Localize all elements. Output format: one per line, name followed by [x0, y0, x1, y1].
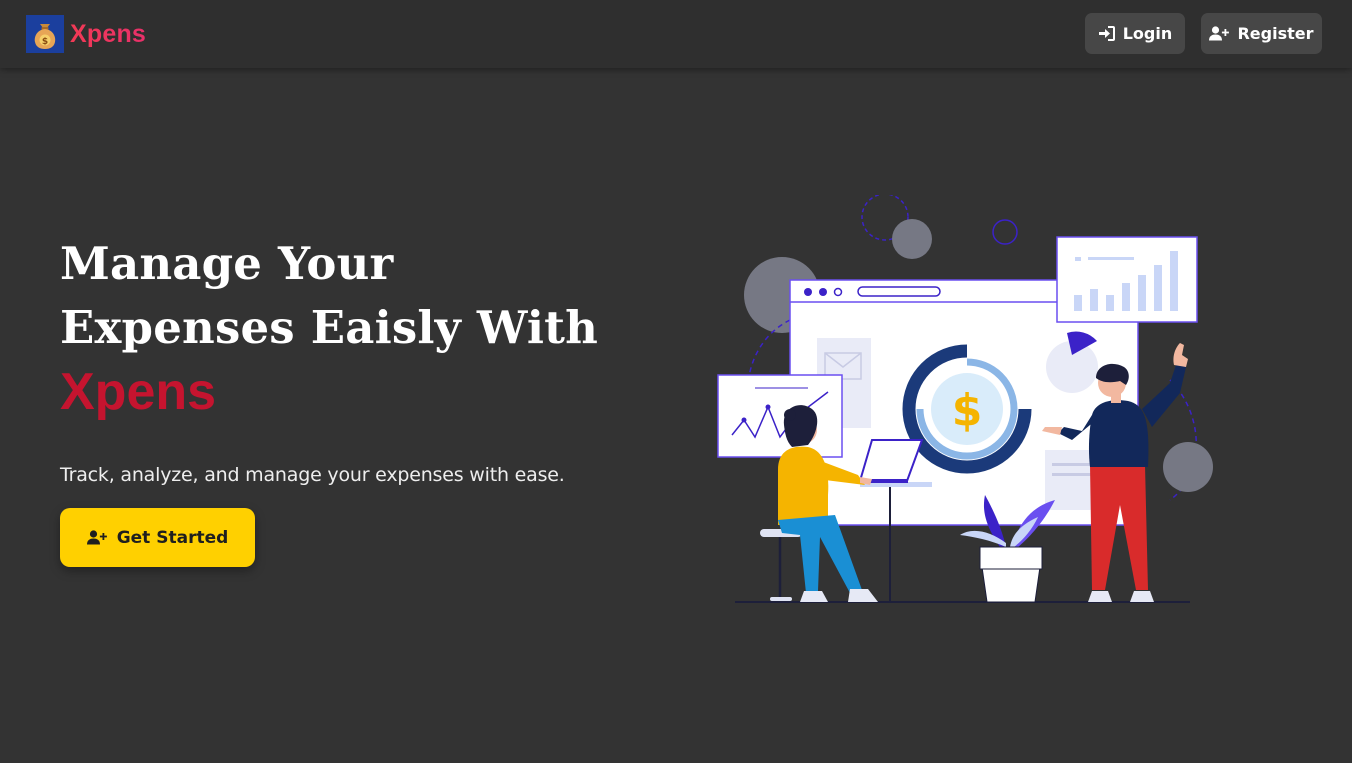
user-plus-icon	[1209, 26, 1230, 41]
get-started-label: Get Started	[116, 527, 229, 548]
navbar: $ Xpens Login Register	[0, 0, 1352, 68]
login-label: Login	[1122, 24, 1173, 43]
hero-title-line-2: Expenses Eaisly With	[60, 301, 599, 354]
sign-in-icon	[1098, 26, 1115, 41]
svg-text:$: $	[42, 37, 48, 47]
dollar-sign: $	[952, 385, 983, 436]
finance-illustration: $	[717, 195, 1213, 603]
decor-circle-grey	[892, 219, 932, 259]
hero-brand-highlight: Xpens	[60, 363, 217, 421]
money-bag-icon: $	[26, 15, 64, 53]
hero-title: Manage Your Expenses Eaisly With	[60, 232, 598, 360]
dollar-donut-chart: $	[902, 344, 1032, 474]
line-chart-card	[717, 374, 843, 458]
register-label: Register	[1237, 24, 1314, 43]
bar-chart-card	[1056, 236, 1198, 323]
hero-title-line-1: Manage Your	[60, 237, 394, 290]
brand-link[interactable]: $ Xpens	[26, 15, 146, 53]
decor-circle-small	[992, 219, 1018, 245]
stool	[760, 529, 802, 601]
hero-subtitle: Track, analyze, and manage your expenses…	[60, 464, 565, 486]
brand-name: Xpens	[70, 19, 147, 48]
login-button[interactable]: Login	[1085, 13, 1185, 54]
get-started-button[interactable]: Get Started	[60, 508, 255, 567]
user-plus-icon	[86, 530, 107, 545]
register-button[interactable]: Register	[1201, 13, 1322, 54]
decor-circle-right	[1163, 442, 1213, 492]
